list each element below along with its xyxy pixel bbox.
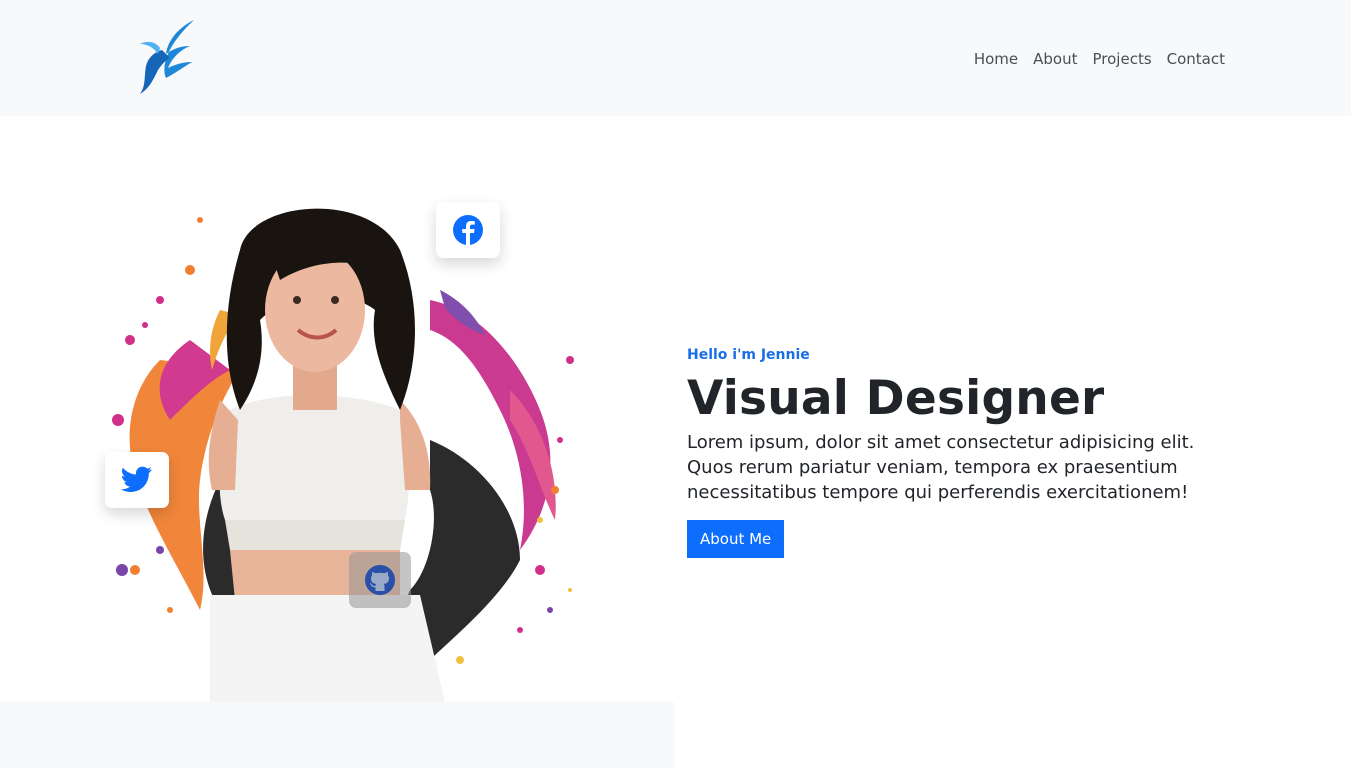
bird-wing-logo-icon[interactable] (136, 18, 198, 96)
github-social-card[interactable] (349, 552, 411, 608)
section-background-strip (0, 702, 674, 768)
nav-home-link[interactable]: Home (974, 49, 1018, 69)
navbar: Home About Projects Contact (0, 0, 1351, 116)
about-me-button[interactable]: About Me (687, 520, 785, 558)
hero-eyebrow: Hello i'm Jennie (687, 347, 810, 363)
hero-title: Visual Designer (687, 371, 1105, 426)
nav-contact-link[interactable]: Contact (1167, 49, 1225, 69)
facebook-icon (453, 215, 483, 245)
nav-projects-link[interactable]: Projects (1093, 49, 1152, 69)
hero-description: Lorem ipsum, dolor sit amet consectetur … (687, 432, 1195, 503)
hero-text-block: Hello i'm Jennie Visual Designer Lorem i… (687, 345, 1247, 558)
main-nav: Home About Projects Contact (959, 49, 1225, 69)
github-icon (365, 565, 395, 595)
nav-about-link[interactable]: About (1033, 49, 1077, 69)
twitter-icon (121, 466, 152, 492)
twitter-social-card[interactable] (105, 452, 169, 508)
portrait-with-paint-splash-image (112, 208, 574, 702)
facebook-social-card[interactable] (436, 202, 500, 258)
